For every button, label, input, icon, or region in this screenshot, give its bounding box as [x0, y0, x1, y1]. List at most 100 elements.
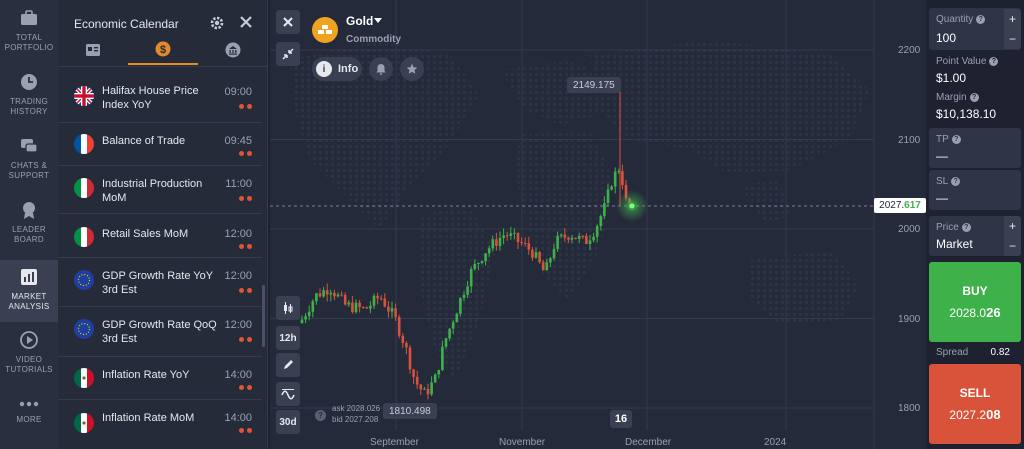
eu-flag-icon — [74, 270, 94, 290]
range-button[interactable]: 30d — [276, 410, 300, 434]
tab-news[interactable] — [58, 35, 128, 65]
quantity-field[interactable]: Quantity? 100 + − — [929, 8, 1021, 50]
event-name: Halifax House Price Index YoY — [102, 85, 199, 111]
indicators-button[interactable] — [276, 382, 300, 406]
candle-body — [549, 258, 552, 263]
drawing-tools-button[interactable] — [276, 353, 300, 377]
candle-body — [383, 298, 387, 307]
calendar-event[interactable]: Inflation Rate MoM 14:00 — [58, 400, 262, 449]
candle-body — [469, 268, 473, 287]
price-type-field[interactable]: Price? Market + − — [929, 216, 1021, 256]
nav-label: TRADING — [9, 97, 49, 106]
point-value: $1.00 — [936, 71, 967, 85]
wave-icon — [281, 389, 295, 400]
candle-body — [606, 189, 610, 204]
sl-value[interactable]: — — [936, 191, 948, 205]
quantity-value[interactable]: 100 — [936, 31, 956, 45]
candle-body — [559, 234, 563, 236]
candle-body — [484, 253, 487, 262]
star-icon — [406, 63, 418, 74]
event-time: 12:00 — [224, 319, 252, 331]
sell-button[interactable]: SELL 2027.208 — [929, 364, 1021, 444]
nav-video-tutorials[interactable]: VIDEO TUTORIALS — [0, 330, 58, 386]
candle-body — [523, 242, 527, 244]
price-decrease-button[interactable]: − — [1004, 236, 1021, 256]
candle-body — [397, 317, 401, 336]
alert-button[interactable] — [369, 57, 393, 81]
timeframe-button[interactable]: 12h — [276, 326, 300, 350]
candle-body — [570, 237, 574, 240]
collapse-chart-button[interactable] — [276, 42, 300, 66]
medal-icon — [23, 202, 35, 219]
nav-more[interactable]: MORE — [0, 398, 58, 438]
candle-body — [379, 298, 383, 300]
current-price-tag: 2027. 617 — [874, 198, 926, 213]
quantity-label: Quantity? — [936, 14, 986, 25]
help-icon[interactable]: ? — [315, 410, 326, 421]
tp-value[interactable]: — — [936, 149, 948, 163]
high-price-label: 2149.175 — [567, 77, 621, 93]
close-icon[interactable] — [239, 15, 253, 29]
nav-label: BOARD — [14, 235, 44, 244]
current-price-main: 2027. — [879, 200, 905, 211]
candle-body — [354, 302, 358, 312]
mexico-flag-icon — [74, 413, 94, 433]
nav-total-portfolio[interactable]: TOTAL PORTFOLIO — [0, 8, 58, 64]
quantity-increase-button[interactable]: + — [1004, 9, 1021, 29]
nav-label: VIDEO — [15, 355, 43, 364]
price-type-value[interactable]: Market — [936, 237, 973, 251]
calendar-event[interactable]: GDP Growth Rate YoY 3rd Est 12:00 — [58, 258, 262, 307]
candle-body — [340, 294, 343, 296]
candle-body — [394, 308, 397, 318]
nav-label: ANALYSIS — [8, 302, 50, 311]
price-increase-button[interactable]: + — [1004, 216, 1021, 236]
stop-loss-field[interactable]: SL? — — [929, 170, 1021, 210]
calendar-event[interactable]: GDP Growth Rate QoQ 3rd Est 12:00 — [58, 307, 262, 357]
nav-chats-support[interactable]: CHATS & SUPPORT — [0, 136, 58, 192]
tab-economic-calendar[interactable]: $ — [128, 35, 198, 65]
event-name: Inflation Rate YoY — [102, 369, 190, 381]
close-chart-button[interactable] — [276, 10, 300, 34]
take-profit-field[interactable]: TP? — — [929, 128, 1021, 168]
candle-body — [541, 262, 545, 271]
buy-button[interactable]: BUY 2028.026 — [929, 262, 1021, 342]
calendar-event[interactable]: Balance of Trade 09:45 — [58, 123, 262, 166]
chevron-down-icon[interactable] — [374, 18, 382, 23]
mexico-flag-icon — [74, 368, 94, 388]
candle-body — [527, 243, 531, 250]
candle-body — [574, 237, 577, 239]
candle-body — [545, 262, 549, 271]
event-time: 09:45 — [224, 135, 252, 147]
nav-label: MORE — [16, 415, 42, 424]
panel-scrollbar[interactable] — [262, 285, 265, 347]
nav-trading-history[interactable]: TRADING HISTORY — [0, 72, 58, 128]
candle-body — [300, 319, 304, 323]
calendar-event[interactable]: Retail Sales MoM 12:00 — [58, 214, 262, 258]
bank-icon — [225, 42, 241, 58]
candle-body — [412, 369, 415, 377]
low-price-label: 1810.498 — [383, 403, 437, 419]
spread-value: 0.82 — [990, 347, 1010, 358]
quantity-decrease-button[interactable]: − — [1004, 29, 1021, 49]
eu-flag-icon — [74, 319, 94, 339]
calendar-event[interactable]: Halifax House Price Index YoY 09:00 — [58, 75, 262, 123]
calendar-event[interactable]: Industrial Production MoM 11:00 — [58, 166, 262, 214]
calendar-event[interactable]: Inflation Rate YoY 14:00 — [58, 357, 262, 400]
candle-body — [498, 237, 502, 246]
chart-area[interactable]: Gold Commodity i Info 12h 30d ? ask 2028… — [270, 0, 926, 449]
candle-body — [307, 311, 311, 317]
briefcase-icon — [21, 10, 37, 25]
info-button[interactable]: i Info — [312, 57, 362, 81]
candle-body — [595, 226, 599, 237]
help-icon: ? — [951, 177, 961, 186]
asset-name[interactable]: Gold — [346, 14, 373, 28]
chart-type-button[interactable] — [276, 296, 300, 320]
tab-institutions[interactable] — [198, 35, 268, 65]
gear-icon[interactable] — [209, 15, 225, 31]
favorite-button[interactable] — [400, 57, 424, 81]
nav-leader-board[interactable]: LEADER BOARD — [0, 200, 58, 256]
impact-indicator — [239, 104, 252, 109]
nav-label: LEADER — [12, 225, 46, 234]
nav-market-analysis[interactable]: MARKET ANALYSIS — [0, 260, 58, 322]
day-badge[interactable]: 16 — [610, 410, 632, 428]
